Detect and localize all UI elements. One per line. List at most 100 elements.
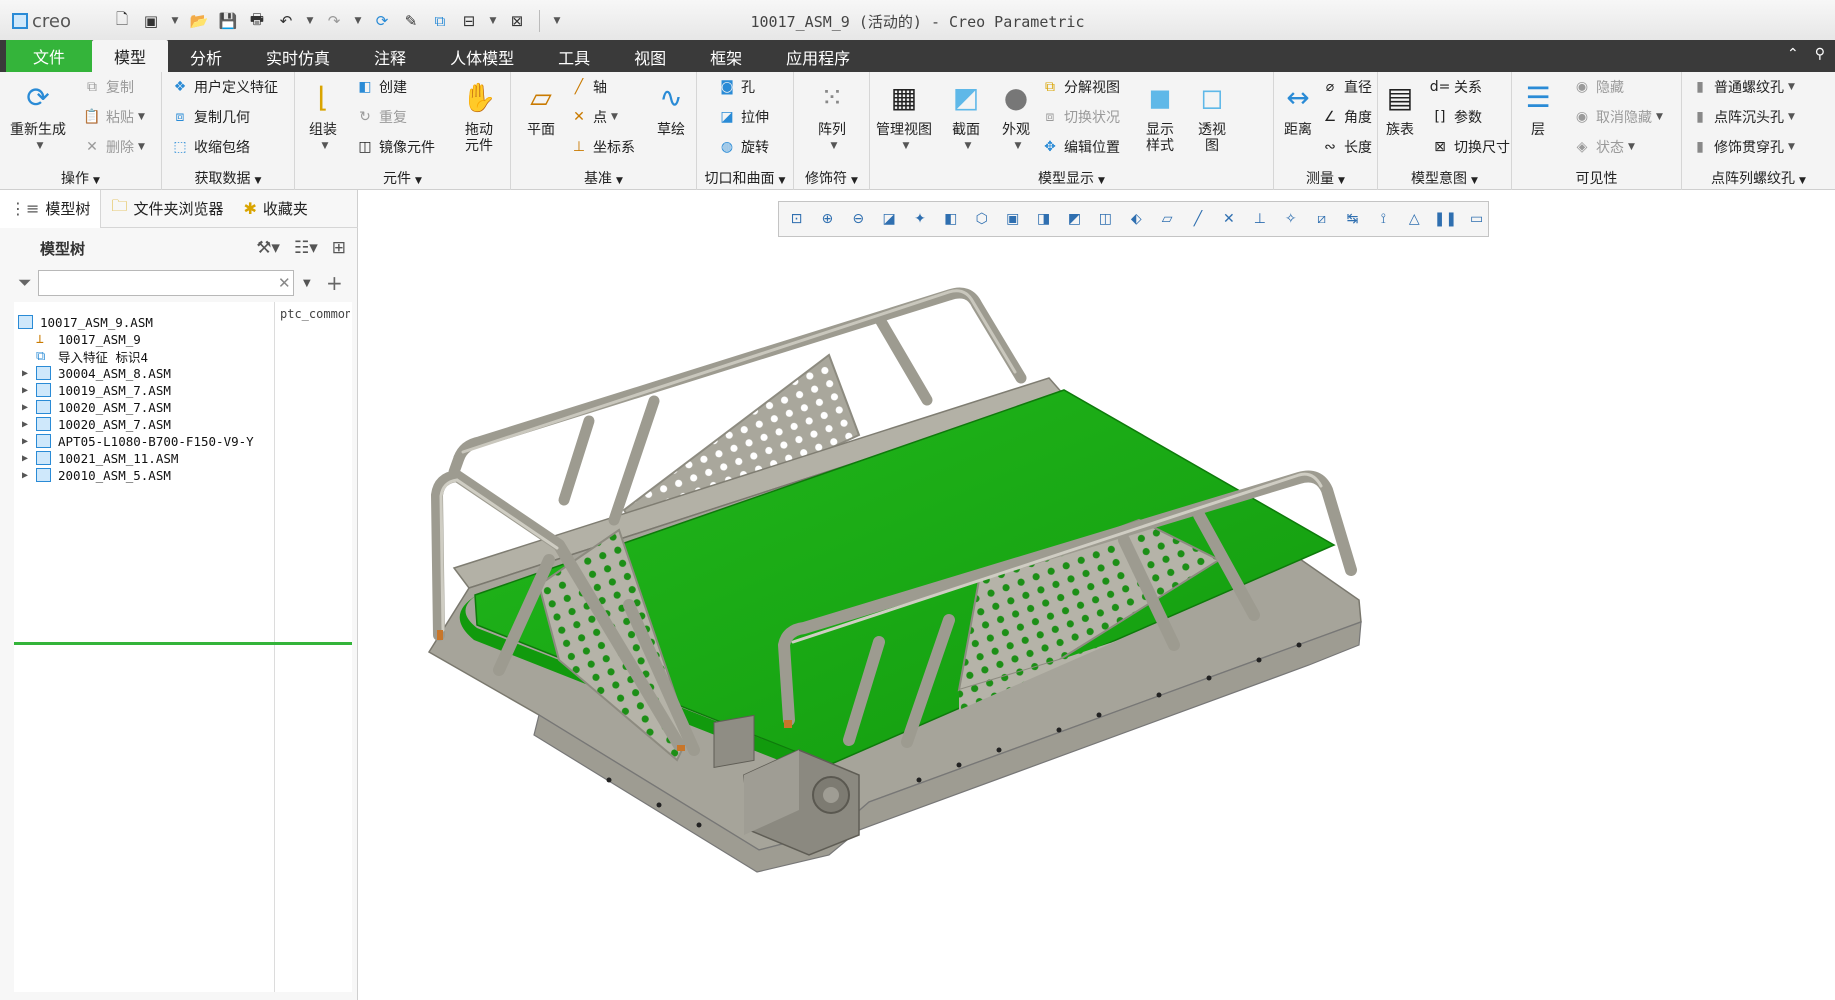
hole-button[interactable]: ◙ 孔 xyxy=(717,76,755,98)
explode-view-button[interactable]: ⧉ 分解视图 xyxy=(1040,76,1120,98)
tab-framework[interactable]: 框架 xyxy=(688,42,764,72)
group-label-cosmetic-thread[interactable]: 点阵列螺纹孔 ▼ xyxy=(1682,168,1835,188)
new-window-icon[interactable]: ▣ xyxy=(141,11,161,31)
tab-annotate[interactable]: 注释 xyxy=(352,42,428,72)
undo-dropdown-icon[interactable]: ▼ xyxy=(305,11,315,31)
edit-icon[interactable]: ✎ xyxy=(401,11,421,31)
chevron-down-icon[interactable]: ▼ xyxy=(170,11,180,31)
collapse-ribbon-icon[interactable]: ⌃ xyxy=(1787,46,1799,62)
tree-settings-icon[interactable]: ⚒▾ xyxy=(256,238,280,258)
column-header-common-name[interactable]: ptc_common_name xyxy=(280,307,350,321)
tree-row[interactable]: ▶ 20010_ASM_5.ASM xyxy=(22,465,268,485)
expand-arrow-icon[interactable]: ▶ xyxy=(22,385,36,396)
axis-button[interactable]: ╱ 轴 xyxy=(569,76,607,98)
manage-views-button[interactable]: ▦ 管理视图 ▼ xyxy=(876,78,932,154)
section-button[interactable]: ◩ 截面 ▼ xyxy=(946,78,986,154)
expand-arrow-icon[interactable]: ▶ xyxy=(22,368,36,379)
insert-here-indicator[interactable] xyxy=(14,642,352,645)
tab-tools[interactable]: 工具 xyxy=(536,42,612,72)
group-label-get-data[interactable]: 获取数据 ▼ xyxy=(162,168,294,188)
tab-folder-browser[interactable]: 🗀 文件夹浏览器 xyxy=(101,190,233,228)
parameters-button[interactable]: [] 参数 xyxy=(1430,106,1482,128)
tab-live-simulation[interactable]: 实时仿真 xyxy=(244,42,352,72)
countersunk-hole-button[interactable]: ▮ 点阵沉头孔 ▼ xyxy=(1690,106,1795,128)
display-style-button[interactable]: ◼ 显示样式 xyxy=(1138,78,1182,155)
undo-icon[interactable]: ↶ xyxy=(276,11,296,31)
copy-button[interactable]: ⧉ 复制 xyxy=(82,76,134,98)
revolve-button[interactable]: ◍ 旋转 xyxy=(717,136,769,158)
regenerate-icon[interactable]: ⟳ xyxy=(372,11,392,31)
tab-model[interactable]: 模型 xyxy=(92,40,169,72)
extrude-button[interactable]: ◪ 拉伸 xyxy=(717,106,769,128)
regenerate-button[interactable]: ⟳ 重新生成 ▼ xyxy=(10,78,66,154)
expand-arrow-icon[interactable]: ▶ xyxy=(22,436,36,447)
sketch-button[interactable]: ∿ 草绘 xyxy=(651,78,691,139)
group-label-cut-surface[interactable]: 切口和曲面 ▼ xyxy=(697,168,793,188)
redo-icon[interactable]: ↷ xyxy=(324,11,344,31)
redo-dropdown-icon[interactable]: ▼ xyxy=(353,11,363,31)
open-icon[interactable]: 📂 xyxy=(189,11,209,31)
expand-arrow-icon[interactable]: ▶ xyxy=(22,402,36,413)
hide-button[interactable]: ◉ 隐藏 xyxy=(1572,76,1624,98)
group-label-operations[interactable]: 操作 ▼ xyxy=(0,168,161,188)
tab-file[interactable]: 文件 xyxy=(6,40,92,72)
customize-toolbar-icon[interactable]: ▼ xyxy=(552,11,562,31)
filter-funnel-icon[interactable]: ⏷ xyxy=(18,273,32,293)
group-label-model-intent[interactable]: 模型意图 ▼ xyxy=(1378,168,1511,188)
relations-button[interactable]: d= 关系 xyxy=(1430,76,1482,98)
search-icon[interactable]: ⚲ xyxy=(1815,46,1825,62)
delete-button[interactable]: ✕ 删除 ▼ xyxy=(82,136,145,158)
expand-arrow-icon[interactable]: ▶ xyxy=(22,419,36,430)
switch-window-icon[interactable]: ⊟ xyxy=(459,11,479,31)
windows-icon[interactable]: ⧉ xyxy=(430,11,450,31)
shrinkwrap-button[interactable]: ⬚ 收缩包络 xyxy=(170,136,250,158)
perspective-button[interactable]: ◻ 透视图 xyxy=(1190,78,1234,155)
tab-favorites[interactable]: ✱ 收藏夹 xyxy=(233,190,317,228)
through-hole-button[interactable]: ▮ 修饰贯穿孔 ▼ xyxy=(1690,136,1795,158)
search-options-dropdown-icon[interactable]: ▼ xyxy=(303,278,311,289)
tab-manikin[interactable]: 人体模型 xyxy=(428,42,536,72)
distance-button[interactable]: ↔ 距离 xyxy=(1278,78,1318,139)
group-label-measure[interactable]: 测量 ▼ xyxy=(1274,168,1377,188)
udf-button[interactable]: ❖ 用户定义特征 xyxy=(170,76,278,98)
standard-thread-hole-button[interactable]: ▮ 普通螺纹孔 ▼ xyxy=(1690,76,1795,98)
diameter-button[interactable]: ⌀ 直径 xyxy=(1320,76,1372,98)
create-button[interactable]: ◧ 创建 xyxy=(355,76,407,98)
length-button[interactable]: ∾ 长度 xyxy=(1320,136,1372,158)
edit-position-button[interactable]: ✥ 编辑位置 xyxy=(1040,136,1120,158)
appearance-button[interactable]: ● 外观 ▼ xyxy=(996,78,1036,154)
new-icon[interactable]: 🗋 xyxy=(112,10,132,31)
windows-dropdown-icon[interactable]: ▼ xyxy=(488,11,498,31)
expand-arrow-icon[interactable]: ▶ xyxy=(22,470,36,481)
drag-component-button[interactable]: ✋ 拖动元件 xyxy=(455,78,503,155)
tab-model-tree[interactable]: ⋮≡ 模型树 xyxy=(0,189,102,228)
point-button[interactable]: ✕ 点 ▼ xyxy=(569,106,618,128)
group-label-component[interactable]: 元件 ▼ xyxy=(295,168,510,188)
tab-applications[interactable]: 应用程序 xyxy=(764,42,872,72)
group-label-model-display[interactable]: 模型显示 ▼ xyxy=(870,168,1273,188)
plane-button[interactable]: ▱ 平面 xyxy=(521,78,561,139)
unhide-button[interactable]: ◉ 取消隐藏 ▼ xyxy=(1572,106,1663,128)
group-label-datum[interactable]: 基准 ▼ xyxy=(511,168,696,188)
family-table-button[interactable]: ▤ 族表 xyxy=(1380,78,1420,139)
copy-geometry-button[interactable]: ⧈ 复制几何 xyxy=(170,106,250,128)
paste-button[interactable]: 📋 粘贴 ▼ xyxy=(82,106,145,128)
toggle-status-button[interactable]: ⧈ 切换状况 xyxy=(1040,106,1120,128)
group-label-modifiers[interactable]: 修饰符 ▼ xyxy=(794,168,869,188)
add-filter-icon[interactable]: + xyxy=(326,271,343,295)
assemble-button[interactable]: ⌊ 组装 ▼ xyxy=(303,78,343,154)
graphics-window[interactable]: ⊡ ⊕ ⊖ ◪ ✦ ◧ ⬡ ▣ ◨ ◩ ◫ ⬖ ▱ ╱ ✕ ⊥ ✧ ⧄ ↹ ⟟ … xyxy=(359,190,1835,1000)
mirror-component-button[interactable]: ◫ 镜像元件 xyxy=(355,136,435,158)
csys-button[interactable]: ⊥ 坐标系 xyxy=(569,136,635,158)
status-button[interactable]: ◈ 状态 ▼ xyxy=(1572,136,1635,158)
tree-filter-display-icon[interactable]: ⊞ xyxy=(332,238,346,258)
switch-dimensions-button[interactable]: ⊠ 切换尺寸 xyxy=(1430,136,1510,158)
expand-arrow-icon[interactable]: ▶ xyxy=(22,453,36,464)
angle-button[interactable]: ∠ 角度 xyxy=(1320,106,1372,128)
save-icon[interactable]: 💾 xyxy=(218,11,238,31)
clear-search-icon[interactable]: ✕ xyxy=(278,274,291,292)
tab-view[interactable]: 视图 xyxy=(612,42,688,72)
close-icon[interactable]: ⊠ xyxy=(507,11,527,31)
tree-columns-icon[interactable]: ☷▾ xyxy=(294,238,318,258)
tab-analysis[interactable]: 分析 xyxy=(168,42,244,72)
